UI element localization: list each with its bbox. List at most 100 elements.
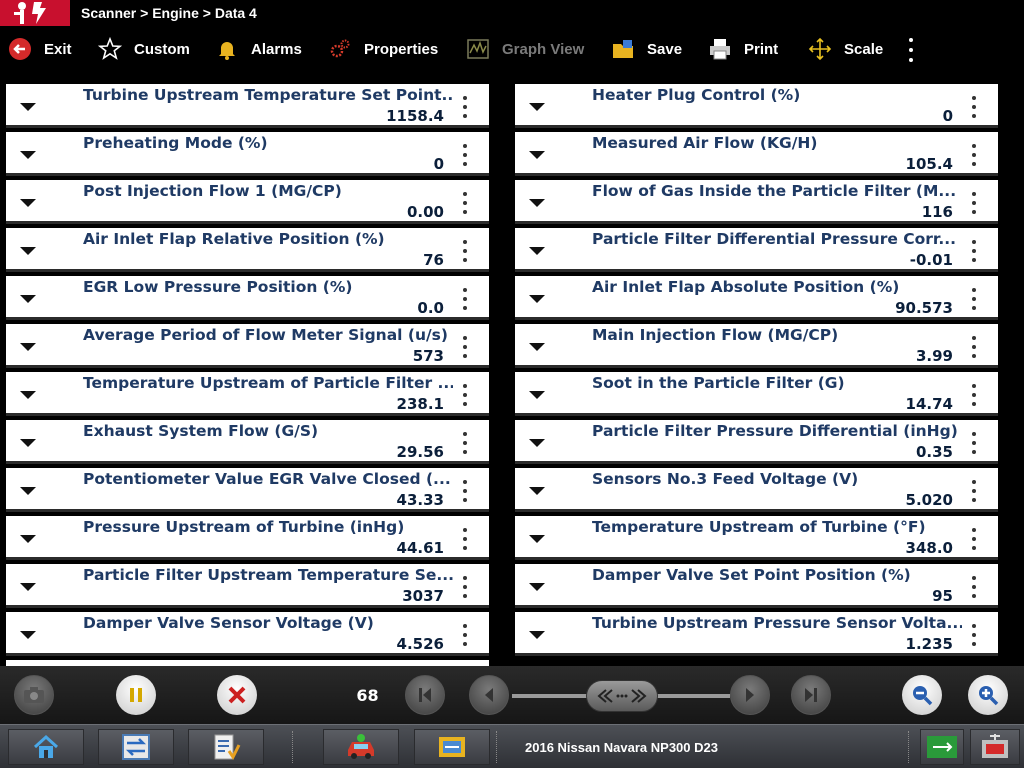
right-row-12[interactable]: Turbine Upstream Pressure Sensor Volta..… xyxy=(515,612,998,656)
zoom-out-button[interactable] xyxy=(902,675,942,715)
row-menu-icon[interactable] xyxy=(463,576,467,598)
row-menu-icon[interactable] xyxy=(972,384,976,406)
zoom-in-button[interactable] xyxy=(968,675,1008,715)
expand-dropdown-icon[interactable] xyxy=(529,151,545,159)
expand-dropdown-icon[interactable] xyxy=(20,631,36,639)
print-button[interactable]: Print xyxy=(708,26,778,72)
row-menu-icon[interactable] xyxy=(972,528,976,550)
right-row-2[interactable]: Measured Air Flow (KG/H) 105.4 xyxy=(515,132,998,176)
row-menu-icon[interactable] xyxy=(463,336,467,358)
expand-dropdown-icon[interactable] xyxy=(20,199,36,207)
row-menu-icon[interactable] xyxy=(463,192,467,214)
pause-button[interactable] xyxy=(116,675,156,715)
expand-dropdown-icon[interactable] xyxy=(20,151,36,159)
expand-dropdown-icon[interactable] xyxy=(529,103,545,111)
right-row-6[interactable]: Main Injection Flow (MG/CP) 3.99 xyxy=(515,324,998,368)
expand-dropdown-icon[interactable] xyxy=(20,247,36,255)
expand-dropdown-icon[interactable] xyxy=(529,487,545,495)
row-menu-icon[interactable] xyxy=(463,96,467,118)
expand-dropdown-icon[interactable] xyxy=(529,247,545,255)
expand-dropdown-icon[interactable] xyxy=(529,439,545,447)
row-menu-icon[interactable] xyxy=(463,528,467,550)
row-menu-icon[interactable] xyxy=(463,480,467,502)
left-row-8[interactable]: Exhaust System Flow (G/S) 29.56 xyxy=(6,420,489,464)
vci-connection-button[interactable] xyxy=(920,729,964,765)
expand-dropdown-icon[interactable] xyxy=(20,439,36,447)
data-exchange-button[interactable] xyxy=(98,729,174,765)
expand-dropdown-icon[interactable] xyxy=(20,487,36,495)
row-menu-icon[interactable] xyxy=(972,96,976,118)
scanner-button[interactable] xyxy=(323,729,399,765)
custom-button[interactable]: Custom xyxy=(98,26,190,72)
expand-dropdown-icon[interactable] xyxy=(529,583,545,591)
expand-dropdown-icon[interactable] xyxy=(529,391,545,399)
expand-dropdown-icon[interactable] xyxy=(20,535,36,543)
right-row-5[interactable]: Air Inlet Flap Absolute Position (%) 90.… xyxy=(515,276,998,320)
properties-label: Properties xyxy=(364,40,439,58)
right-row-7[interactable]: Soot in the Particle Filter (G) 14.74 xyxy=(515,372,998,416)
row-menu-icon[interactable] xyxy=(463,432,467,454)
row-menu-icon[interactable] xyxy=(463,288,467,310)
row-menu-icon[interactable] xyxy=(972,576,976,598)
expand-dropdown-icon[interactable] xyxy=(529,343,545,351)
data-manager-button[interactable] xyxy=(414,729,490,765)
expand-dropdown-icon[interactable] xyxy=(20,103,36,111)
right-row-8[interactable]: Particle Filter Pressure Differential (i… xyxy=(515,420,998,464)
graph-view-button[interactable]: Graph View xyxy=(466,26,584,72)
left-row-5[interactable]: EGR Low Pressure Position (%) 0.0 xyxy=(6,276,489,320)
row-menu-icon[interactable] xyxy=(972,480,976,502)
stop-button[interactable] xyxy=(217,675,257,715)
properties-button[interactable]: Properties xyxy=(328,26,438,72)
left-row-4[interactable]: Air Inlet Flap Relative Position (%) 76 xyxy=(6,228,489,272)
row-menu-icon[interactable] xyxy=(463,624,467,646)
row-menu-icon[interactable] xyxy=(972,432,976,454)
expand-dropdown-icon[interactable] xyxy=(529,199,545,207)
save-button[interactable]: Save xyxy=(611,26,682,72)
left-row-11[interactable]: Particle Filter Upstream Temperature Se.… xyxy=(6,564,489,608)
expand-dropdown-icon[interactable] xyxy=(529,631,545,639)
left-row-3[interactable]: Post Injection Flow 1 (MG/CP) 0.00 xyxy=(6,180,489,224)
exit-button[interactable]: Exit xyxy=(8,26,72,72)
right-row-11[interactable]: Damper Valve Set Point Position (%) 95 xyxy=(515,564,998,608)
left-row-10[interactable]: Pressure Upstream of Turbine (inHg) 44.6… xyxy=(6,516,489,560)
row-menu-icon[interactable] xyxy=(463,240,467,262)
prev-frame-button[interactable] xyxy=(469,675,509,715)
right-row-9[interactable]: Sensors No.3 Feed Voltage (V) 5.020 xyxy=(515,468,998,512)
last-frame-button[interactable] xyxy=(791,675,831,715)
playback-slider-thumb[interactable] xyxy=(586,680,658,712)
expand-dropdown-icon[interactable] xyxy=(529,295,545,303)
more-menu-icon[interactable] xyxy=(903,38,919,62)
vci-device-button[interactable] xyxy=(970,729,1020,765)
left-row-12[interactable]: Damper Valve Sensor Voltage (V) 4.526 xyxy=(6,612,489,656)
row-menu-icon[interactable] xyxy=(463,144,467,166)
expand-dropdown-icon[interactable] xyxy=(529,535,545,543)
alarms-button[interactable]: Alarms xyxy=(215,26,302,72)
right-row-4[interactable]: Particle Filter Differential Pressure Co… xyxy=(515,228,998,272)
row-menu-icon[interactable] xyxy=(463,384,467,406)
row-menu-icon[interactable] xyxy=(972,336,976,358)
scale-button[interactable]: Scale xyxy=(808,26,883,72)
right-row-1[interactable]: Heater Plug Control (%) 0 xyxy=(515,84,998,128)
expand-dropdown-icon[interactable] xyxy=(20,295,36,303)
row-menu-icon[interactable] xyxy=(972,624,976,646)
row-menu-icon[interactable] xyxy=(972,144,976,166)
tasks-button[interactable] xyxy=(188,729,264,765)
next-frame-button[interactable] xyxy=(730,675,770,715)
left-row-1[interactable]: Turbine Upstream Temperature Set Point..… xyxy=(6,84,489,128)
row-menu-icon[interactable] xyxy=(972,288,976,310)
left-row-6[interactable]: Average Period of Flow Meter Signal (u/s… xyxy=(6,324,489,368)
expand-dropdown-icon[interactable] xyxy=(20,583,36,591)
left-row-2[interactable]: Preheating Mode (%) 0 xyxy=(6,132,489,176)
expand-dropdown-icon[interactable] xyxy=(20,391,36,399)
home-button[interactable] xyxy=(8,729,84,765)
right-row-10[interactable]: Temperature Upstream of Turbine (°F) 348… xyxy=(515,516,998,560)
app-logo[interactable] xyxy=(0,0,70,26)
expand-dropdown-icon[interactable] xyxy=(20,343,36,351)
left-row-7[interactable]: Temperature Upstream of Particle Filter … xyxy=(6,372,489,416)
right-row-3[interactable]: Flow of Gas Inside the Particle Filter (… xyxy=(515,180,998,224)
camera-button[interactable] xyxy=(14,675,54,715)
row-menu-icon[interactable] xyxy=(972,192,976,214)
first-frame-button[interactable] xyxy=(405,675,445,715)
left-row-9[interactable]: Potentiometer Value EGR Valve Closed (..… xyxy=(6,468,489,512)
row-menu-icon[interactable] xyxy=(972,240,976,262)
